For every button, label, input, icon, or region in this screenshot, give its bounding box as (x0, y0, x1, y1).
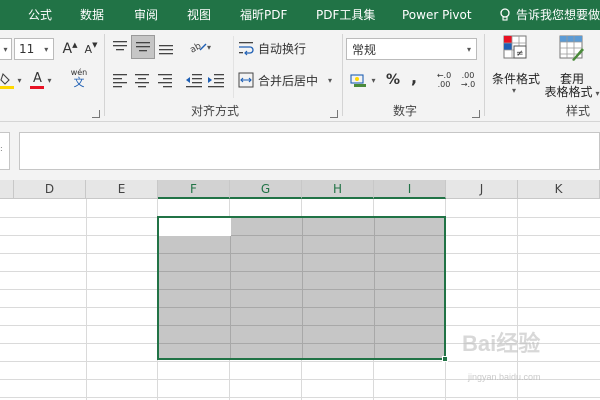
column-header-k[interactable]: K (518, 180, 600, 199)
increase-decimal-button[interactable]: ←.0 .00 (434, 69, 454, 91)
tell-me-search[interactable]: 告诉我您想要做 (516, 0, 600, 30)
ribbon-separator (104, 34, 105, 116)
increase-font-size-button[interactable]: A ▲ (60, 38, 80, 60)
svg-text:ab: ab (188, 41, 203, 54)
wrap-text-button[interactable]: 自动换行 (238, 37, 324, 59)
svg-text:▾: ▾ (207, 43, 211, 52)
align-left-icon[interactable] (112, 72, 128, 88)
column-header-i[interactable]: I (374, 180, 446, 199)
tab-view[interactable]: 视图 (187, 0, 211, 30)
column-header-e[interactable]: E (86, 180, 158, 199)
colon-dots: : (0, 144, 3, 153)
selection-gridline (302, 218, 303, 358)
formula-bar-area: : (0, 122, 600, 180)
tab-pdf-tools[interactable]: PDF工具集 (316, 0, 375, 30)
decrease-indent-icon[interactable] (185, 72, 203, 88)
watermark-url: jingyan.baidu.com (468, 372, 541, 382)
gridline (86, 199, 87, 400)
alignment-dialog-launcher[interactable] (330, 110, 338, 118)
format-as-table-button[interactable]: 套用 表格格式 ▾ (540, 34, 600, 98)
number-dialog-launcher[interactable] (472, 110, 480, 118)
styles-group-label: 样式 (566, 104, 591, 118)
accounting-icon (350, 74, 367, 87)
align-middle-icon (136, 42, 150, 52)
font-size-value: 11 (19, 42, 35, 56)
column-header-d[interactable]: D (14, 180, 86, 199)
font-dialog-launcher[interactable] (92, 110, 100, 118)
merge-cells-icon (238, 72, 254, 88)
number-group-label: 数字 (393, 104, 418, 118)
watermark: Bai经验 (462, 331, 541, 356)
gridline (517, 199, 518, 400)
wrap-text-icon (239, 42, 254, 56)
ribbon-tab-bar: 公式 数据 审阅 视图 福昕PDF PDF工具集 Power Pivot 告诉我… (0, 0, 600, 30)
lightbulb-icon (500, 8, 510, 21)
comma-style-button[interactable]: , (406, 66, 422, 88)
column-header-h[interactable]: H (302, 180, 374, 199)
align-top-icon[interactable] (112, 39, 128, 55)
tab-data[interactable]: 数据 (80, 0, 104, 30)
merge-center-button[interactable]: 合并后居中 ▾ (238, 69, 338, 91)
ribbon-separator (233, 36, 234, 98)
gridline (0, 397, 600, 398)
format-as-table-icon (559, 35, 584, 61)
ribbon-separator (342, 34, 343, 116)
accounting-format-button[interactable]: ▾ (347, 69, 379, 91)
spreadsheet-grid[interactable]: D E F G H I J K (0, 180, 600, 400)
conditional-formatting-label: 条件格式 (491, 72, 540, 86)
alignment-group-label: 对齐方式 (191, 104, 240, 118)
font-size-dropdown[interactable]: 11 ▾ (14, 38, 54, 60)
align-right-icon[interactable] (157, 72, 173, 88)
align-bottom-icon[interactable] (158, 39, 174, 55)
font-color-swatch (30, 85, 45, 89)
decrease-font-size-button[interactable]: A ▼ (82, 38, 100, 60)
align-middle-button[interactable] (131, 35, 155, 59)
phonetic-char-icon: 文 (73, 76, 85, 89)
fill-handle[interactable] (442, 356, 448, 362)
tab-foxit-pdf[interactable]: 福昕PDF (240, 0, 287, 30)
tab-review[interactable]: 审阅 (134, 0, 158, 30)
orientation-icon[interactable]: ab ▾ (188, 38, 214, 54)
align-center-icon[interactable] (134, 72, 150, 88)
chevron-down-icon: ▾ (512, 86, 517, 95)
fill-color-button[interactable]: ▾ (0, 69, 22, 91)
conditional-formatting-icon: ≠ (503, 35, 527, 59)
selection-gridline (374, 218, 375, 358)
formula-input[interactable] (19, 132, 600, 170)
column-header-j[interactable]: J (446, 180, 518, 199)
format-as-table-label-2: 表格格式 ▾ (544, 85, 600, 99)
increase-indent-icon[interactable] (207, 72, 225, 88)
conditional-formatting-button[interactable]: ≠ 条件格式 ▾ (490, 34, 542, 98)
column-header-partial (0, 180, 14, 199)
column-header-g[interactable]: G (230, 180, 302, 199)
percent-style-button[interactable]: % (384, 69, 402, 91)
tab-formulas[interactable]: 公式 (28, 0, 52, 30)
column-header-f[interactable]: F (158, 180, 230, 199)
gridline (0, 361, 600, 362)
paint-bucket-icon (0, 72, 15, 89)
decrease-decimal-button[interactable]: .00 →.0 (458, 69, 478, 91)
font-color-button[interactable]: A ▾ (26, 69, 56, 91)
selection-gridline (230, 218, 231, 358)
font-name-dropdown[interactable]: ▾ (0, 38, 12, 60)
active-cell[interactable] (159, 218, 231, 236)
number-format-dropdown[interactable]: 常规 ▾ (346, 38, 477, 60)
svg-text:≠: ≠ (516, 49, 524, 59)
selected-range[interactable] (157, 216, 446, 360)
ribbon-separator (484, 34, 485, 116)
phonetic-guide-button[interactable]: wén 文 (64, 67, 94, 89)
ribbon: ▾ 11 ▾ A ▲ A ▼ ▾ A ▾ wén 文 ab ▾ 自动换行 合并后… (0, 30, 600, 122)
tab-power-pivot[interactable]: Power Pivot (402, 0, 472, 30)
